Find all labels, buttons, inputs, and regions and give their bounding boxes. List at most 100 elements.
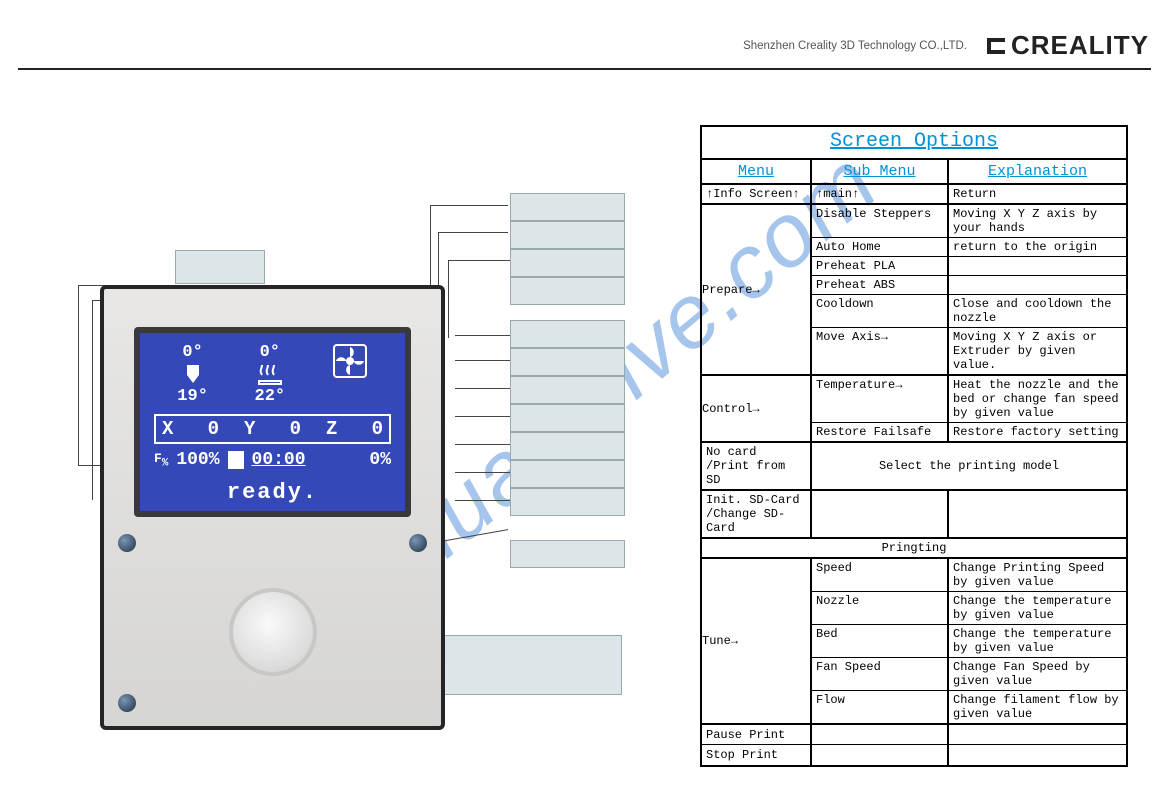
screen-options-table: Screen Options Menu Sub Menu Explanation…	[700, 125, 1128, 767]
table-row: Temperature→Heat the nozzle and the bed …	[812, 376, 1126, 423]
leader-line	[455, 360, 510, 361]
fan-icon	[332, 343, 368, 379]
cell-sub	[812, 745, 949, 765]
lcd-screen: 0° 19° 0° 22° X 0 Y 0 Z 0 F% 100% 00:00	[134, 327, 411, 517]
rotary-knob[interactable]	[229, 588, 317, 676]
label-box	[175, 250, 265, 284]
cell-sub: Cooldown	[812, 295, 949, 327]
x-value: 0	[208, 418, 219, 440]
cell-menu: Tune→	[702, 559, 812, 723]
table-header-row: Menu Sub Menu Explanation	[702, 160, 1126, 185]
table-row: Fan SpeedChange Fan Speed by given value	[812, 658, 1126, 691]
leader-line	[438, 232, 508, 233]
table-row: Init. SD-Card /Change SD-Card	[702, 491, 1126, 539]
table-row: Auto Homereturn to the origin	[812, 238, 1126, 257]
cell-menu: Control→	[702, 376, 812, 441]
table-row: FlowChange filament flow by given value	[812, 691, 1126, 723]
cell-exp: Heat the nozzle and the bed or change fa…	[949, 376, 1126, 422]
feedrate-icon: F%	[154, 451, 168, 470]
leader-line	[448, 260, 449, 338]
label-box	[510, 488, 625, 516]
screw-icon	[118, 694, 136, 712]
cell-exp	[949, 745, 1126, 765]
cell-exp: Change Fan Speed by given value	[949, 658, 1126, 690]
table-row: Disable SteppersMoving X Y Z axis by you…	[812, 205, 1126, 238]
table-row: Preheat ABS	[812, 276, 1126, 295]
table-title: Screen Options	[702, 127, 1126, 160]
leader-line	[455, 500, 510, 501]
label-box	[510, 193, 625, 221]
cell-exp: Close and cooldown the nozzle	[949, 295, 1126, 327]
leader-line	[455, 472, 510, 473]
printer-control-panel: 0° 19° 0° 22° X 0 Y 0 Z 0 F% 100% 00:00	[100, 285, 445, 730]
fan-status	[332, 343, 368, 381]
cell-exp: Change filament flow by given value	[949, 691, 1126, 723]
cell-exp: Moving X Y Z axis or Extruder by given v…	[949, 328, 1126, 374]
table-row: BedChange the temperature by given value	[812, 625, 1126, 658]
cell-menu: Prepare→	[702, 205, 812, 374]
cell-menu: ↑Info Screen↑	[702, 185, 812, 203]
lcd-status-message: ready.	[154, 480, 391, 505]
brand-text: CREALITY	[1011, 30, 1149, 61]
cell-sub: Preheat PLA	[812, 257, 949, 275]
cell-menu: Init. SD-Card /Change SD-Card	[702, 491, 812, 537]
label-box	[510, 460, 625, 488]
cell-sub: Preheat ABS	[812, 276, 949, 294]
cell-exp: Change Printing Speed by given value	[949, 559, 1126, 591]
table-row: Preheat PLA	[812, 257, 1126, 276]
prepare-group: Prepare→ Disable SteppersMoving X Y Z ax…	[702, 205, 1126, 376]
table-row: SpeedChange Printing Speed by given valu…	[812, 559, 1126, 592]
cell-menu: Stop Print	[702, 745, 812, 765]
header-divider	[18, 68, 1151, 70]
cell-span: Select the printing model	[812, 443, 1126, 489]
y-label: Y	[244, 418, 255, 440]
sd-card-icon	[228, 451, 244, 469]
nozzle-target-temp: 0°	[182, 343, 202, 362]
col-submenu: Sub Menu	[812, 160, 949, 183]
leader-line	[455, 335, 510, 336]
lcd-position-row: X 0 Y 0 Z 0	[154, 414, 391, 444]
cell-sub: Restore Failsafe	[812, 423, 949, 441]
cell-menu: Pause Print	[702, 725, 812, 744]
cell-exp: Restore factory setting	[949, 423, 1126, 441]
cell-sub: Move Axis→	[812, 328, 949, 374]
leader-line	[455, 444, 510, 445]
z-label: Z	[326, 418, 337, 440]
screw-icon	[409, 534, 427, 552]
cell-sub: Temperature→	[812, 376, 949, 422]
col-menu: Menu	[702, 160, 812, 183]
cell-menu: No card /Print from SD	[702, 443, 812, 489]
cell-sub	[812, 491, 949, 537]
tune-group: Tune→ SpeedChange Printing Speed by give…	[702, 559, 1126, 725]
cell-sub: Nozzle	[812, 592, 949, 624]
cell-exp: Moving X Y Z axis by your hands	[949, 205, 1126, 237]
x-label: X	[162, 418, 173, 440]
table-row: CooldownClose and cooldown the nozzle	[812, 295, 1126, 328]
table-row: ↑Info Screen↑ ↑main↑ Return	[702, 185, 1126, 205]
brand-logo: CREALITY	[979, 30, 1149, 61]
leader-line	[92, 300, 93, 500]
label-box	[510, 348, 625, 376]
cell-exp	[949, 491, 1126, 537]
table-row: No card /Print from SD Select the printi…	[702, 443, 1126, 491]
leader-line	[455, 416, 510, 417]
z-value: 0	[372, 418, 383, 440]
cell-sub: Speed	[812, 559, 949, 591]
label-box	[510, 404, 625, 432]
screw-icon	[118, 534, 136, 552]
nozzle-actual-temp: 19°	[177, 387, 208, 406]
lcd-status-row: 0° 19° 0° 22°	[154, 343, 391, 406]
label-box	[510, 277, 625, 305]
heatbed-icon	[257, 363, 283, 385]
page-header: Shenzhen Creality 3D Technology CO.,LTD.…	[0, 30, 1149, 61]
cell-sub: Flow	[812, 691, 949, 723]
cell-exp: return to the origin	[949, 238, 1126, 256]
cell-exp: Return	[949, 185, 1126, 203]
leader-line	[430, 205, 508, 206]
label-box	[510, 540, 625, 568]
cell-sub: ↑main↑	[812, 185, 949, 203]
table-row: NozzleChange the temperature by given va…	[812, 592, 1126, 625]
cell-sub: Auto Home	[812, 238, 949, 256]
cell-exp	[949, 276, 1126, 294]
cell-sub: Disable Steppers	[812, 205, 949, 237]
